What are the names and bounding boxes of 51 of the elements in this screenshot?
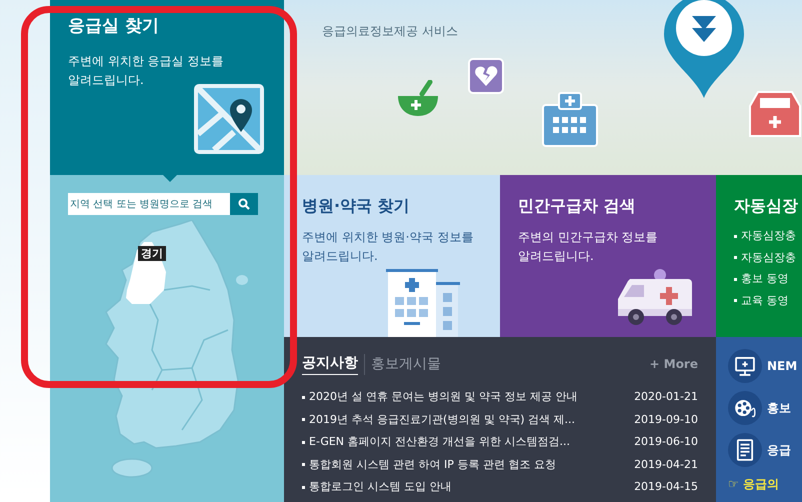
quick-link[interactable]: 응급	[767, 441, 791, 459]
card-title: 자동심장	[734, 195, 799, 217]
card-description: 주변의 민간구급차 정보를 알려드립니다.	[518, 229, 659, 265]
card-title: 민간구급차 검색	[518, 195, 637, 217]
notice-date: 2019-06-10	[634, 434, 698, 450]
bullet-icon	[734, 256, 737, 260]
quick-footer-link[interactable]: ☞ 응급의	[728, 475, 802, 493]
ambulance-card[interactable]: 민간구급차 검색 주변의 민간구급차 정보를 알려드립니다.	[500, 175, 716, 337]
search-button[interactable]	[230, 193, 258, 215]
aed-card[interactable]: 자동심장 자동심장충 자동심장충 홍보 동영 교육 동영	[716, 175, 802, 337]
card-description: 주변에 위치한 병원·약국 정보를 알려드립니다.	[302, 229, 474, 265]
bullet-icon	[734, 278, 737, 281]
bullet-icon	[734, 234, 737, 238]
bullet-icon	[302, 463, 305, 466]
more-link[interactable]: + More	[650, 355, 698, 373]
notice-date: 2019-04-15	[634, 479, 698, 495]
bullet-icon	[302, 418, 305, 422]
panel-description: 주변에 위치한 응급실 정보를 알려드립니다.	[68, 52, 224, 88]
film-icon	[728, 391, 762, 425]
notice-link[interactable]: 2020년 설 연휴 문여는 병의원 및 약국 정보 제공 안내	[309, 389, 578, 406]
monitor-icon	[728, 349, 762, 383]
board-tab[interactable]: 홍보게시물	[364, 354, 441, 374]
location-pin-icon	[664, 0, 744, 98]
search-field[interactable]: 지역 선택 또는 병원명으로 검색	[68, 193, 230, 215]
notice-link[interactable]: 2019년 추석 응급진료기관(병의원 및 약국) 검색 제...	[309, 412, 576, 428]
card-link[interactable]: 자동심장충	[741, 228, 796, 244]
notice-date: 2019-04-21	[634, 456, 698, 472]
board-tab[interactable]: 공지사항	[302, 353, 358, 375]
hospital-icon	[542, 91, 598, 147]
card-link[interactable]: 홍보 동영	[741, 271, 788, 288]
hospital-card[interactable]: 병원·약국 찾기 주변에 위치한 병원·약국 정보를 알려드립니다.	[284, 175, 500, 337]
quick-link[interactable]: NEM	[767, 357, 798, 375]
region-tooltip[interactable]: 경기	[138, 246, 166, 261]
card-link[interactable]: 자동심장충	[741, 250, 796, 266]
card-link[interactable]: 교육 동영	[741, 292, 788, 309]
bullet-icon	[734, 299, 737, 302]
notice-date: 2020-01-21	[634, 389, 698, 405]
panel-title: 응급실 찾기	[68, 15, 160, 38]
bullet-icon	[302, 396, 305, 399]
bullet-icon	[302, 486, 305, 489]
map-pin-icon	[194, 84, 264, 154]
notice-link[interactable]: 통합회원 시스템 관련 하여 IP 등록 관련 협조 요청	[309, 456, 556, 473]
document-icon	[728, 433, 762, 467]
search-icon	[238, 198, 250, 210]
notice-link[interactable]: 통합로그인 시스템 도입 안내	[309, 479, 452, 496]
card-title: 병원·약국 찾기	[302, 195, 411, 217]
quick-link[interactable]: 홍보	[767, 399, 791, 417]
notice-date: 2019-09-10	[634, 412, 698, 428]
service-subtitle: 응급의료정보제공 서비스	[322, 24, 458, 38]
bullet-icon	[302, 440, 305, 444]
notice-link[interactable]: E-GEN 홈페이지 전산환경 개선을 위한 시스템점검...	[309, 434, 570, 450]
